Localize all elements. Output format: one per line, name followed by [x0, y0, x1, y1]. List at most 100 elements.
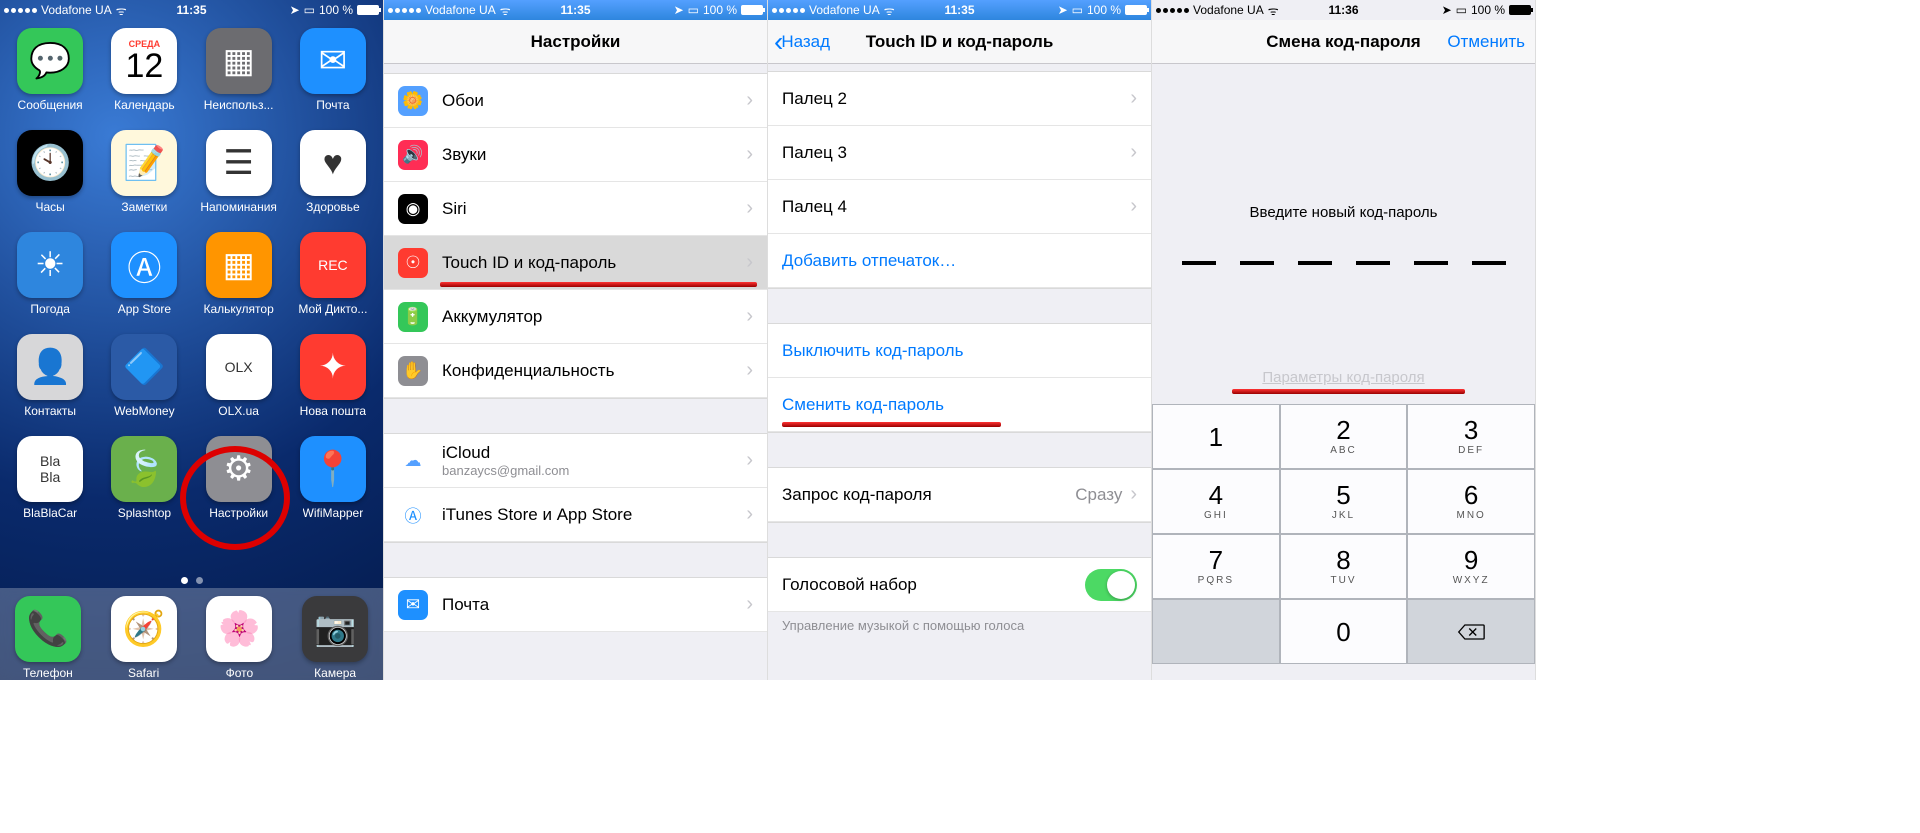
app-часы[interactable]: 🕙Часы [6, 130, 94, 214]
wifi-icon: ᯤ [500, 2, 511, 19]
app-label: Сообщения [18, 98, 83, 112]
app-blablacar[interactable]: Bla BlaBlaBlaCar [6, 436, 94, 520]
app-калькулятор[interactable]: ▦Калькулятор [195, 232, 283, 316]
app-label: Splashtop [118, 506, 171, 520]
keypad-key-0[interactable]: 0 [1280, 599, 1408, 664]
app-splashtop[interactable]: 🍃Splashtop [100, 436, 188, 520]
app-почта[interactable]: ✉ Почта [289, 28, 377, 112]
keypad-key-6[interactable]: 6MNO [1407, 469, 1535, 534]
app-неиспольз-[interactable]: ▦Неиспольз... [195, 28, 283, 112]
page-indicator [0, 577, 383, 584]
settings-row-звуки[interactable]: 🔊Звуки› [384, 128, 767, 182]
app-webmoney[interactable]: 🔷WebMoney [100, 334, 188, 418]
settings-row-конфиденциальность[interactable]: ✋Конфиденциальность› [384, 344, 767, 398]
app-tile: ▦ [206, 232, 272, 298]
keypad-key-4[interactable]: 4GHI [1152, 469, 1280, 534]
app-tile: ☰ [206, 130, 272, 196]
change-passcode-row[interactable]: Сменить код-пароль [768, 378, 1151, 432]
passcode-screen: Vodafone UA ᯤ 11:36 ➤ ▭ 100 % Смена код-… [1152, 0, 1536, 680]
app-tile: ♥ [300, 130, 366, 196]
keypad-key-8[interactable]: 8TUV [1280, 534, 1408, 599]
row-label: Siri [442, 199, 746, 219]
settings-row-itunes-store-и-app-store[interactable]: ⒶiTunes Store и App Store› [384, 488, 767, 542]
wifi-icon: ᯤ [1268, 2, 1279, 19]
passcode-entry-area: Введите новый код-пароль Параметры код-п… [1152, 64, 1535, 404]
app-tile: 👤 [17, 334, 83, 400]
turn-off-passcode-row[interactable]: Выключить код-пароль [768, 324, 1151, 378]
settings-row-icloud[interactable]: ☁iCloudbanzaycs@gmail.com› [384, 434, 767, 488]
fingerprint-row[interactable]: Палец 3› [768, 126, 1151, 180]
row-label: iTunes Store и App Store [442, 505, 746, 525]
app-настройки[interactable]: ⚙Настройки [195, 436, 283, 520]
app-нова-пошта[interactable]: ✦Нова пошта [289, 334, 377, 418]
orientation-icon: ▭ [304, 3, 315, 17]
app-label: Календарь [114, 98, 175, 112]
app-label: Мой Дикто... [298, 302, 367, 316]
settings-row-touch-id-и-код-пароль[interactable]: ☉Touch ID и код-пароль› [384, 236, 767, 290]
location-icon: ➤ [1442, 3, 1452, 17]
fingerprint-row[interactable]: Палец 2› [768, 72, 1151, 126]
keypad-key-2[interactable]: 2ABC [1280, 404, 1408, 469]
app-app-store[interactable]: ⒶApp Store [100, 232, 188, 316]
settings-row-почта[interactable]: ✉Почта› [384, 578, 767, 632]
row-icon: 🌼 [398, 86, 428, 116]
app-здоровье[interactable]: ♥Здоровье [289, 130, 377, 214]
keypad-key-3[interactable]: 3DEF [1407, 404, 1535, 469]
app-wifimapper[interactable]: 📍WifiMapper [289, 436, 377, 520]
app-tile: 🌸 [206, 596, 272, 662]
app-напоминания[interactable]: ☰Напоминания [195, 130, 283, 214]
app-tile: 🧭 [111, 596, 177, 662]
app-label: Неиспольз... [204, 98, 274, 112]
app-фото[interactable]: 🌸Фото [206, 596, 272, 680]
battery-icon [357, 5, 379, 15]
app-tile: ✉ [300, 28, 366, 94]
app-мой-дикто-[interactable]: RECМой Дикто... [289, 232, 377, 316]
app-заметки[interactable]: 📝Заметки [100, 130, 188, 214]
app-телефон[interactable]: 📞Телефон [15, 596, 81, 680]
chevron-right-icon: › [1130, 195, 1137, 218]
keypad-key-7[interactable]: 7PQRS [1152, 534, 1280, 599]
passcode-options-link[interactable]: Параметры код-пароля [1262, 369, 1424, 386]
settings-row-siri[interactable]: ◉Siri› [384, 182, 767, 236]
app-label: Заметки [121, 200, 167, 214]
back-button[interactable]: ‹ Назад [774, 20, 830, 63]
app-сообщения[interactable]: 💬 Сообщения [6, 28, 94, 112]
chevron-right-icon: › [1130, 141, 1137, 164]
keypad-key-1[interactable]: 1 [1152, 404, 1280, 469]
row-label: Touch ID и код-пароль [442, 253, 746, 273]
settings-list: 🌼Обои›🔊Звуки›◉Siri›☉Touch ID и код-парол… [384, 74, 767, 398]
app-label: Контакты [24, 404, 76, 418]
toggle-on[interactable] [1085, 569, 1137, 601]
settings-row-обои[interactable]: 🌼Обои› [384, 74, 767, 128]
row-label: Обои [442, 91, 746, 111]
row-icon: ◉ [398, 194, 428, 224]
row-icon: 🔋 [398, 302, 428, 332]
keypad-delete[interactable] [1407, 599, 1535, 664]
status-bar: Vodafone UA ᯤ 11:35 ➤ ▭ 100 % [384, 0, 767, 20]
location-icon: ➤ [1058, 3, 1068, 17]
app-label: Почта [316, 98, 349, 112]
carrier-label: Vodafone UA [41, 3, 112, 17]
app-label: Погода [30, 302, 70, 316]
settings-row-аккумулятор[interactable]: 🔋Аккумулятор› [384, 290, 767, 344]
app-olx-ua[interactable]: OLXOLX.ua [195, 334, 283, 418]
app-tile: 📷 [302, 596, 368, 662]
wifi-icon: ᯤ [116, 2, 127, 19]
app-камера[interactable]: 📷Камера [302, 596, 368, 680]
app-safari[interactable]: 🧭Safari [111, 596, 177, 680]
app-календарь[interactable]: СРЕДА12Календарь [100, 28, 188, 112]
row-icon: ☁ [398, 446, 428, 476]
app-tile: 💬 [17, 28, 83, 94]
keypad-key-5[interactable]: 5JKL [1280, 469, 1408, 534]
row-icon: 🔊 [398, 140, 428, 170]
app-контакты[interactable]: 👤 Контакты [6, 334, 94, 418]
cancel-button[interactable]: Отменить [1447, 20, 1525, 63]
voice-dial-row[interactable]: Голосовой набор [768, 558, 1151, 612]
nav-bar: ‹ Назад Touch ID и код-пароль [768, 20, 1151, 64]
app-погода[interactable]: ☀Погода [6, 232, 94, 316]
passcode-request-row[interactable]: Запрос код-пароля Сразу › [768, 468, 1151, 522]
settings-screen: Vodafone UA ᯤ 11:35 ➤ ▭ 100 % Настройки … [384, 0, 768, 680]
add-fingerprint-row[interactable]: Добавить отпечаток… [768, 234, 1151, 288]
keypad-key-9[interactable]: 9WXYZ [1407, 534, 1535, 599]
fingerprint-row[interactable]: Палец 4› [768, 180, 1151, 234]
